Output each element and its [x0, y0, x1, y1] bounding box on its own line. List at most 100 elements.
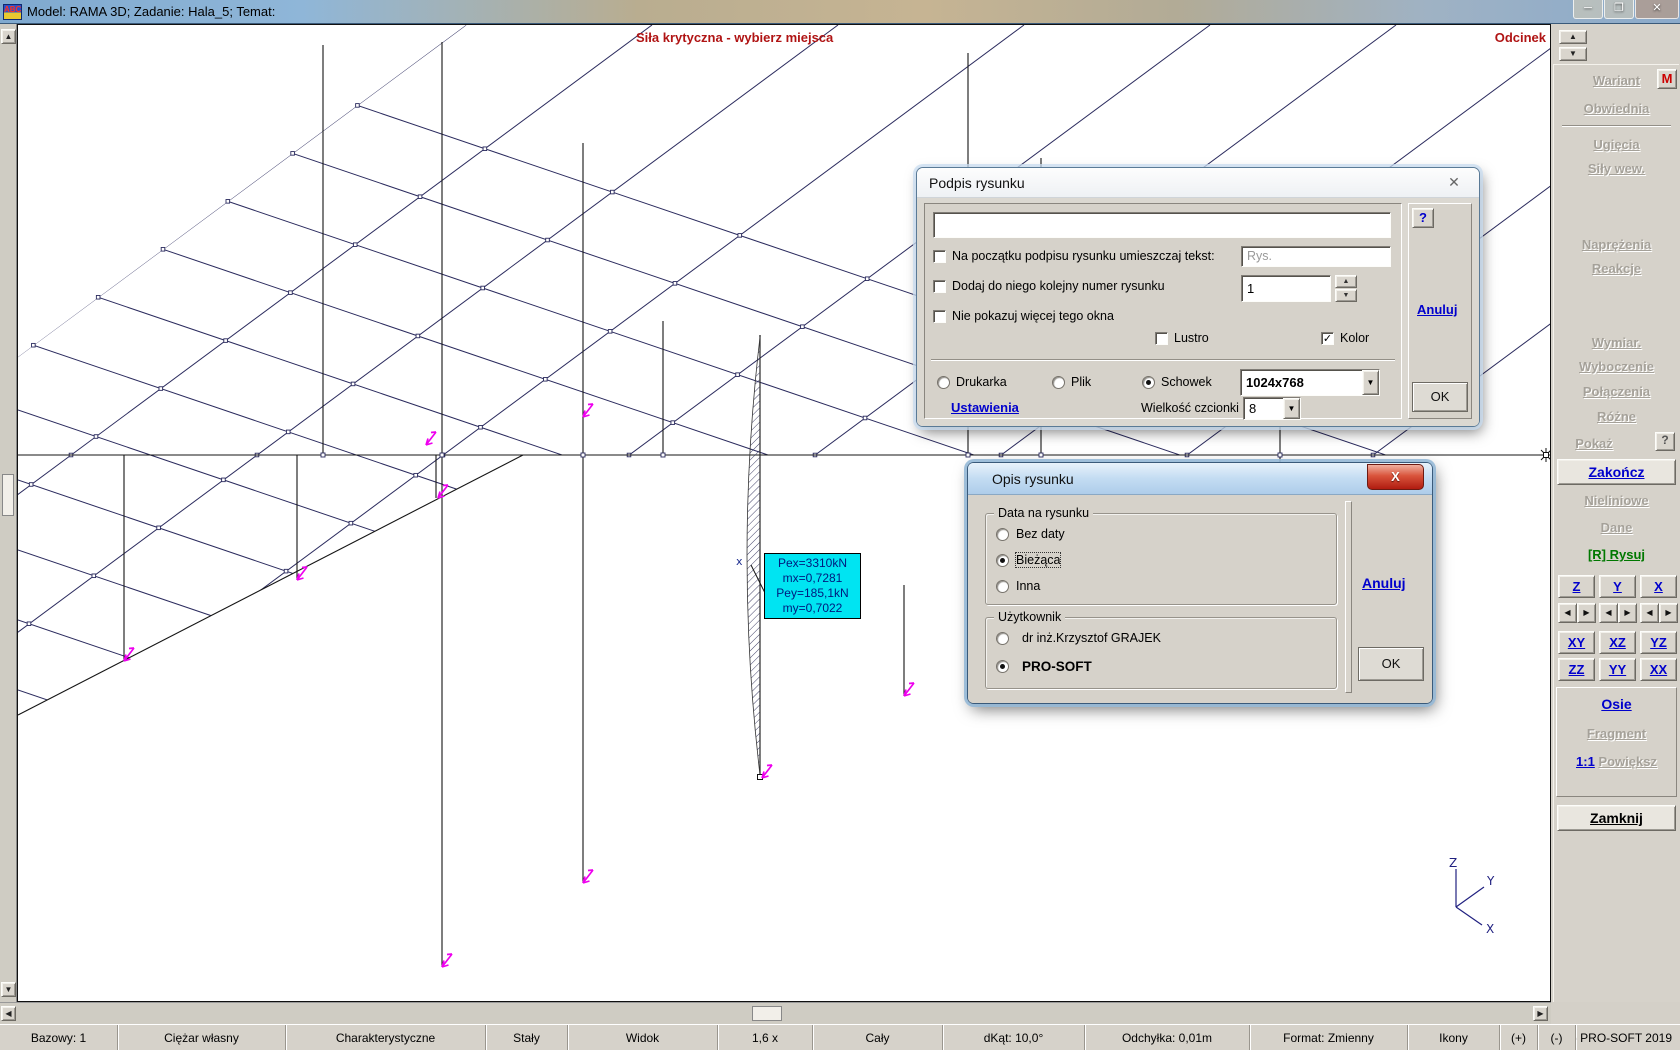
status-ikony[interactable]: Ikony	[1408, 1025, 1500, 1050]
podpis-close-icon[interactable]: ✕	[1429, 174, 1479, 191]
maximize-icon[interactable]: ❐	[1604, 0, 1634, 19]
prefix-checkbox[interactable]	[933, 250, 946, 263]
plik-label[interactable]: Plik	[1071, 375, 1091, 389]
scroll-up-icon[interactable]: ▲	[1, 29, 16, 44]
status-plus[interactable]: (+)	[1500, 1025, 1538, 1050]
opis-title: Opis rysunku	[992, 471, 1074, 487]
vscroll-thumb[interactable]	[2, 474, 14, 516]
resolution-dropdown-icon[interactable]: ▼	[1362, 370, 1379, 395]
status-charakterystyczne[interactable]: Charakterystyczne	[286, 1025, 486, 1050]
status-ciezar[interactable]: Ciężar własny	[118, 1025, 286, 1050]
rotate-z-left-icon[interactable]: ◀	[1558, 603, 1577, 623]
podpis-anuluj-link[interactable]: Anuluj	[1417, 302, 1457, 317]
scroll-right-icon[interactable]: ▶	[1533, 1006, 1548, 1021]
left-scrollbar[interactable]: ▲ ▼	[0, 24, 17, 1002]
rotate-x-right-icon[interactable]: ▶	[1659, 603, 1678, 623]
user2-label[interactable]: PRO-SOFT	[1022, 659, 1092, 674]
rotate-y-right-icon[interactable]: ▶	[1618, 603, 1637, 623]
dont-show-checkbox[interactable]	[933, 310, 946, 323]
close-icon[interactable]: ✕	[1635, 0, 1679, 19]
sidebar-item-osie[interactable]: Osie	[1557, 696, 1676, 712]
view-xy-button[interactable]: XY	[1558, 631, 1595, 654]
m-button[interactable]: M	[1657, 69, 1677, 89]
view-yz-button[interactable]: YZ	[1640, 631, 1677, 654]
rotate-x-left-icon[interactable]: ◀	[1640, 603, 1659, 623]
font-size-value: 8	[1244, 401, 1283, 416]
view-z-button[interactable]: Z	[1558, 575, 1595, 598]
status-format[interactable]: Format: Zmienny	[1250, 1025, 1408, 1050]
sidebar-item-sily-wew: Siły wew.	[1554, 161, 1679, 176]
schowek-label[interactable]: Schowek	[1161, 375, 1212, 389]
number-spin-up-icon[interactable]: ▲	[1335, 275, 1357, 288]
number-checkbox-label[interactable]: Dodaj do niego kolejny numer rysunku	[952, 279, 1165, 293]
zakoncz-button[interactable]: Zakończ	[1557, 459, 1676, 485]
user2-radio[interactable]	[996, 660, 1009, 673]
number-spin-down-icon[interactable]: ▼	[1335, 289, 1357, 302]
zamknij-button[interactable]: Zamknij	[1557, 805, 1676, 831]
view-xz-button[interactable]: XZ	[1599, 631, 1636, 654]
minimize-icon[interactable]: ─	[1573, 0, 1603, 19]
view-y-button[interactable]: Y	[1599, 575, 1636, 598]
status-bazowy[interactable]: Bazowy: 1	[0, 1025, 118, 1050]
view-zz-button[interactable]: ZZ	[1558, 658, 1595, 681]
font-size-combobox[interactable]: 8 ▼	[1243, 397, 1301, 420]
bez-daty-radio[interactable]	[996, 528, 1009, 541]
lustro-checkbox[interactable]	[1155, 332, 1168, 345]
rotate-y-left-icon[interactable]: ◀	[1599, 603, 1618, 623]
view-yy-button[interactable]: YY	[1599, 658, 1636, 681]
inna-radio[interactable]	[996, 580, 1009, 593]
user1-label[interactable]: dr inż.Krzysztof GRAJEK	[1022, 631, 1161, 645]
podpis-rysunku-dialog: Podpis rysunku ✕ Na początku podpisu rys…	[917, 168, 1479, 426]
opis-titlebar[interactable]: Opis rysunku	[968, 463, 1432, 495]
inna-label[interactable]: Inna	[1016, 579, 1040, 593]
bez-daty-label[interactable]: Bez daty	[1016, 527, 1065, 541]
resolution-combobox[interactable]: 1024x768 ▼	[1240, 369, 1380, 396]
scale-1-1-link[interactable]: 1:1	[1576, 754, 1595, 769]
lustro-label[interactable]: Lustro	[1174, 331, 1209, 345]
status-odchylka[interactable]: Odchyłka: 0,01m	[1085, 1025, 1250, 1050]
help-button[interactable]: ?	[1655, 432, 1675, 451]
status-dkat[interactable]: dKąt: 10,0°	[943, 1025, 1085, 1050]
podpis-help-button[interactable]: ?	[1412, 208, 1434, 228]
number-field[interactable]: 1	[1241, 275, 1331, 302]
opis-ok-button[interactable]: OK	[1358, 647, 1424, 681]
drukarka-label[interactable]: Drukarka	[956, 375, 1007, 389]
font-size-dropdown-icon[interactable]: ▼	[1283, 398, 1300, 419]
ustawienia-link[interactable]: Ustawienia	[951, 400, 1019, 415]
panel-scroll-down-icon[interactable]: ▼	[1559, 47, 1587, 61]
number-checkbox[interactable]	[933, 280, 946, 293]
kolor-label[interactable]: Kolor	[1340, 331, 1369, 345]
status-minus[interactable]: (-)	[1538, 1025, 1576, 1050]
schowek-radio[interactable]	[1142, 376, 1155, 389]
view-xx-button[interactable]: XX	[1640, 658, 1677, 681]
drukarka-radio[interactable]	[937, 376, 950, 389]
rotate-z-right-icon[interactable]: ▶	[1577, 603, 1596, 623]
podpis-ok-button[interactable]: OK	[1412, 382, 1468, 412]
sidebar-item-dane: Dane	[1554, 520, 1679, 535]
user1-radio[interactable]	[996, 632, 1009, 645]
status-caly[interactable]: Cały	[813, 1025, 943, 1050]
sidebar-divider	[1562, 125, 1671, 127]
biezaca-radio[interactable]	[996, 554, 1009, 567]
dont-show-checkbox-label[interactable]: Nie pokazuj więcej tego okna	[952, 309, 1114, 323]
podpis-divider	[931, 359, 1395, 361]
kolor-checkbox[interactable]: ✓	[1321, 332, 1334, 345]
view-x-button[interactable]: X	[1640, 575, 1677, 598]
status-widok[interactable]: Widok	[568, 1025, 718, 1050]
status-zoom[interactable]: 1,6 x	[718, 1025, 813, 1050]
podpis-title: Podpis rysunku	[929, 175, 1025, 191]
prefix-checkbox-label[interactable]: Na początku podpisu rysunku umieszczaj t…	[952, 249, 1215, 263]
hscroll-thumb[interactable]	[752, 1006, 782, 1021]
panel-scroll-up-icon[interactable]: ▲	[1559, 30, 1587, 44]
biezaca-label[interactable]: Bieżąca	[1016, 553, 1060, 567]
sidebar-item-rysuj[interactable]: [R] Rysuj	[1554, 547, 1679, 562]
scroll-left-icon[interactable]: ◀	[1, 1006, 16, 1021]
bottom-scrollbar[interactable]: ◀ ▶	[0, 1002, 1551, 1024]
plik-radio[interactable]	[1052, 376, 1065, 389]
status-staly[interactable]: Stały	[486, 1025, 568, 1050]
scroll-down-icon[interactable]: ▼	[1, 982, 16, 997]
podpis-titlebar[interactable]: Podpis rysunku ✕	[917, 168, 1479, 198]
caption-input[interactable]	[933, 212, 1391, 238]
opis-close-icon[interactable]: X	[1367, 464, 1424, 490]
opis-anuluj-link[interactable]: Anuluj	[1362, 575, 1406, 591]
